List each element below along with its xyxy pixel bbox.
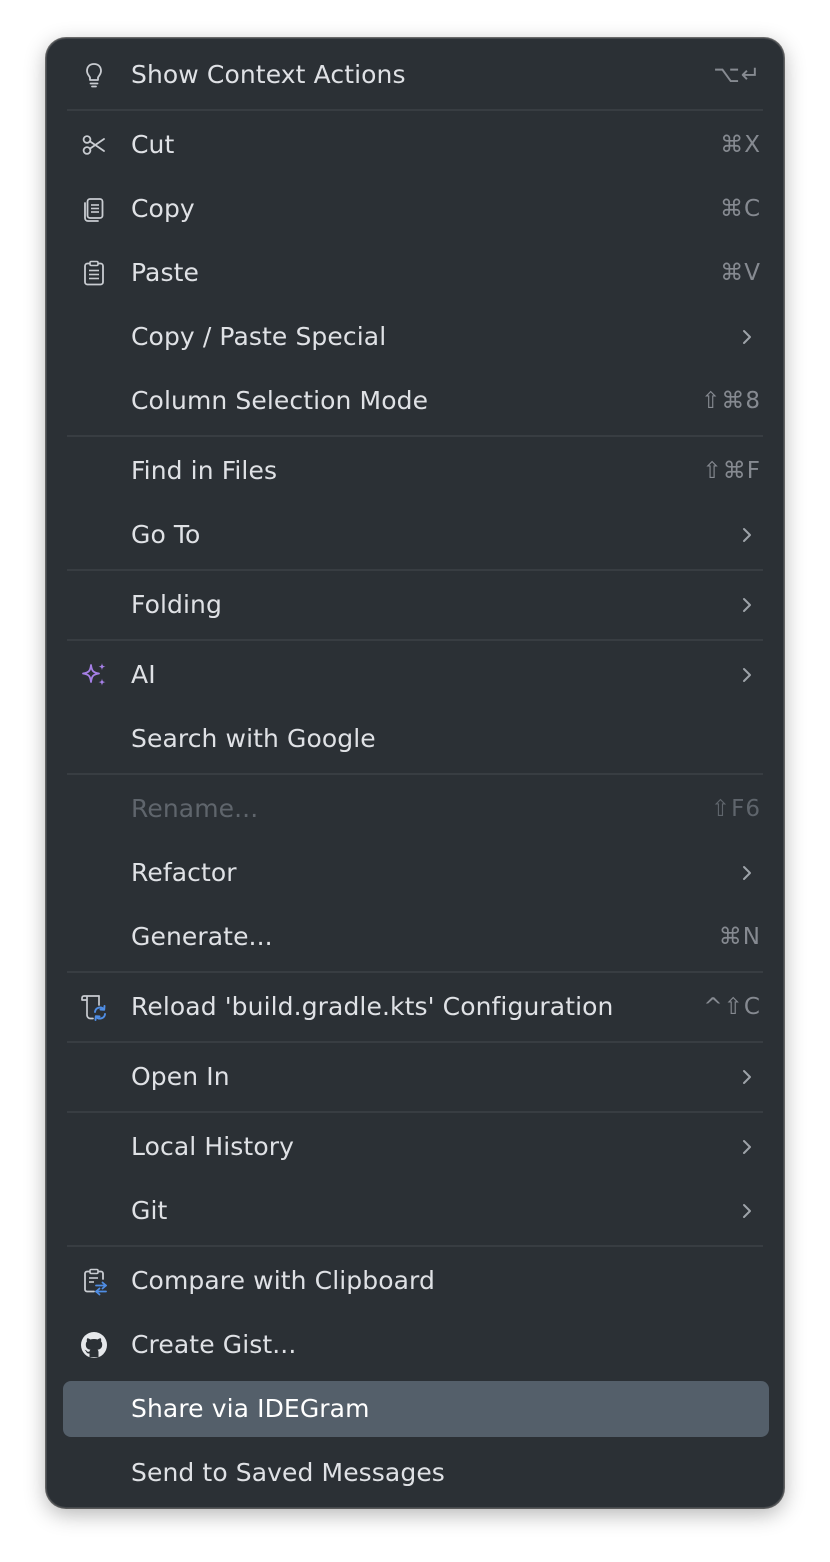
- shortcut-label: ⇧⌘F: [702, 458, 761, 484]
- scissors-icon: [82, 135, 105, 155]
- chevron-right-icon: [743, 1140, 751, 1154]
- menu-item-go-to[interactable]: Go To: [47, 507, 783, 563]
- menu-item-label: Refactor: [131, 858, 237, 887]
- copy-icon: [84, 198, 104, 222]
- menu-item-label: Cut: [131, 130, 175, 159]
- menu-separator: [67, 1245, 763, 1247]
- menu-item-label: Copy / Paste Special: [131, 322, 387, 351]
- gradle-reload-icon: [81, 995, 106, 1021]
- shortcut-label: ⇧⌘8: [701, 388, 761, 414]
- menu-item-compare-with-clipboard[interactable]: Compare with Clipboard: [47, 1253, 783, 1309]
- chevron-right-icon: [743, 1204, 751, 1218]
- menu-item-label: Local History: [131, 1132, 294, 1161]
- menu-item-label: AI: [131, 660, 156, 689]
- ai-sparkle-icon: [82, 663, 106, 686]
- menu-item-git[interactable]: Git: [47, 1183, 783, 1239]
- menu-item-local-history[interactable]: Local History: [47, 1119, 783, 1175]
- shortcut-label: ⌘N: [718, 924, 761, 950]
- clipboard-icon: [84, 260, 104, 286]
- menu-item-label: Column Selection Mode: [131, 386, 429, 415]
- context-menu: Show Context Actions ⌥↵ Cut ⌘X Copy ⌘C P…: [46, 38, 784, 1508]
- menu-item-copy-paste-special[interactable]: Copy / Paste Special: [47, 309, 783, 365]
- menu-item-copy[interactable]: Copy ⌘C: [47, 181, 783, 237]
- github-icon: [81, 1332, 107, 1358]
- menu-item-reload-gradle-configuration[interactable]: Reload 'build.gradle.kts' Configuration …: [47, 979, 783, 1035]
- chevron-right-icon: [743, 330, 751, 344]
- menu-item-column-selection-mode[interactable]: Column Selection Mode ⇧⌘8: [47, 373, 783, 429]
- menu-item-share-via-idegram[interactable]: Share via IDEGram: [47, 1381, 783, 1437]
- menu-item-cut[interactable]: Cut ⌘X: [47, 117, 783, 173]
- menu-item-label: Search with Google: [131, 724, 376, 753]
- menu-item-label: Git: [131, 1196, 168, 1225]
- menu-separator: [67, 435, 763, 437]
- menu-item-label: Create Gist...: [131, 1330, 297, 1359]
- menu-separator: [67, 1041, 763, 1043]
- menu-item-label: Open In: [131, 1062, 230, 1091]
- menu-item-label: Share via IDEGram: [131, 1394, 370, 1423]
- compare-clipboard-icon: [84, 1268, 107, 1296]
- menu-item-label: Rename...: [131, 794, 259, 823]
- menu-item-rename: Rename... ⇧F6: [47, 781, 783, 837]
- menu-separator: [67, 971, 763, 973]
- lightbulb-icon: [86, 63, 102, 88]
- shortcut-label: ⌘X: [720, 132, 761, 158]
- menu-item-refactor[interactable]: Refactor: [47, 845, 783, 901]
- menu-separator: [67, 569, 763, 571]
- menu-item-label: Send to Saved Messages: [131, 1458, 445, 1487]
- menu-item-label: Show Context Actions: [131, 60, 406, 89]
- menu-item-find-in-files[interactable]: Find in Files ⇧⌘F: [47, 443, 783, 499]
- shortcut-label: ⌥↵: [713, 62, 761, 88]
- menu-item-label: Find in Files: [131, 456, 278, 485]
- chevron-right-icon: [743, 1070, 751, 1084]
- menu-separator: [67, 109, 763, 111]
- menu-item-send-to-saved-messages[interactable]: Send to Saved Messages: [47, 1445, 783, 1501]
- menu-item-label: Compare with Clipboard: [131, 1266, 435, 1295]
- menu-separator: [67, 773, 763, 775]
- chevron-right-icon: [743, 528, 751, 542]
- shortcut-label: ⇧F6: [710, 796, 761, 822]
- menu-item-label: Paste: [131, 258, 199, 287]
- menu-item-ai[interactable]: AI: [47, 647, 783, 703]
- chevron-right-icon: [743, 598, 751, 612]
- menu-item-show-context-actions[interactable]: Show Context Actions ⌥↵: [47, 47, 783, 103]
- shortcut-label: ⌘V: [720, 260, 761, 286]
- menu-item-paste[interactable]: Paste ⌘V: [47, 245, 783, 301]
- shortcut-label: ⌘C: [719, 196, 761, 222]
- menu-item-folding[interactable]: Folding: [47, 577, 783, 633]
- menu-separator: [67, 1111, 763, 1113]
- menu-item-label: Generate...: [131, 922, 273, 951]
- menu-item-generate[interactable]: Generate... ⌘N: [47, 909, 783, 965]
- menu-item-open-in[interactable]: Open In: [47, 1049, 783, 1105]
- menu-item-label: Copy: [131, 194, 195, 223]
- menu-item-create-gist[interactable]: Create Gist...: [47, 1317, 783, 1373]
- chevron-right-icon: [743, 866, 751, 880]
- menu-item-search-with-google[interactable]: Search with Google: [47, 711, 783, 767]
- shortcut-label: ^⇧C: [703, 994, 761, 1020]
- chevron-right-icon: [743, 668, 751, 682]
- menu-separator: [67, 639, 763, 641]
- menu-item-label: Folding: [131, 590, 222, 619]
- menu-item-label: Go To: [131, 520, 201, 549]
- menu-item-label: Reload 'build.gradle.kts' Configuration: [131, 992, 614, 1021]
